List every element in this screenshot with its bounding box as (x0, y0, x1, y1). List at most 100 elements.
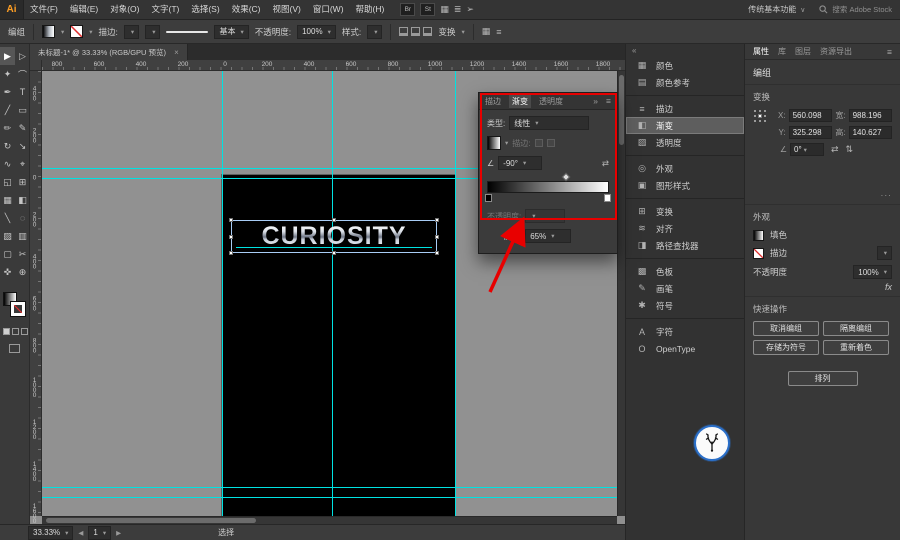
zoom-level-field[interactable]: 33.33% (28, 526, 73, 540)
stock-icon[interactable]: St (420, 3, 435, 16)
fx-button[interactable]: fx (885, 282, 892, 292)
tab-layers[interactable]: 图层 (795, 46, 811, 57)
bridge-icon[interactable]: Br (400, 3, 415, 16)
scrollbar-thumb[interactable] (619, 75, 624, 145)
opacity-field[interactable]: 100% (853, 265, 892, 279)
menu-select[interactable]: 选择(S) (185, 0, 225, 19)
chevron-down-icon[interactable]: ▾ (89, 28, 92, 36)
menu-type[interactable]: 文字(T) (145, 0, 185, 19)
shape-builder-tool[interactable]: ◱ (0, 173, 15, 191)
zoom-tool[interactable]: ⊕ (15, 263, 30, 281)
dock-item-color[interactable]: ▦颜色 (626, 57, 744, 74)
type-tool[interactable]: T (15, 83, 30, 101)
dock-item-color-guide[interactable]: ▤颜色参考 (626, 74, 744, 91)
height-field[interactable]: 140.627 (849, 126, 892, 139)
rotation-field[interactable]: 0° (790, 143, 824, 156)
isolate-group-button[interactable]: 隔离编组 (823, 321, 889, 336)
pencil-tool[interactable]: ✎ (15, 119, 30, 137)
align-icons[interactable] (399, 27, 432, 36)
rectangle-tool[interactable]: ▭ (15, 101, 30, 119)
direct-selection-tool[interactable]: ▷ (15, 47, 30, 65)
menu-window[interactable]: 窗口(W) (307, 0, 350, 19)
gradient-tool[interactable]: ◧ (15, 191, 30, 209)
width-tool[interactable]: ∿ (0, 155, 15, 173)
share-icon[interactable]: ➢ (466, 4, 474, 15)
variable-width-profile[interactable] (145, 25, 160, 39)
eyedropper-tool[interactable]: ╲ (0, 209, 15, 227)
menu-help[interactable]: 帮助(H) (350, 0, 391, 19)
selection-handle[interactable] (229, 235, 233, 239)
blend-tool[interactable]: ◌ (15, 209, 30, 227)
stroke-weight-field[interactable] (124, 25, 139, 39)
opacity-field[interactable]: 100% (297, 25, 336, 39)
selection-handle[interactable] (435, 218, 439, 222)
vertical-scrollbar[interactable] (617, 71, 625, 516)
dock-item-stroke[interactable]: ≡描边 (626, 100, 744, 117)
stroke-color-swatch[interactable] (70, 25, 83, 38)
symbol-sprayer-tool[interactable]: ▨ (0, 227, 15, 245)
stroke-swatch[interactable] (11, 302, 25, 316)
selection-handle[interactable] (229, 218, 233, 222)
dock-item-graphic-styles[interactable]: ▣图形样式 (626, 177, 744, 194)
artboard-nav-field[interactable]: 1 (88, 526, 111, 540)
style-field[interactable] (367, 25, 382, 39)
workspace-switcher[interactable]: 传统基本功能 ∨ (748, 4, 805, 15)
selected-text-object[interactable]: CURIOSITY (231, 220, 437, 253)
menu-object[interactable]: 对象(O) (104, 0, 145, 19)
tab-libraries[interactable]: 库 (778, 46, 786, 57)
dock-item-symbols[interactable]: ✱符号 (626, 297, 744, 314)
chevron-down-icon[interactable]: ▾ (61, 28, 64, 36)
stroke-swatch[interactable] (753, 248, 764, 259)
chevron-down-icon[interactable]: ▾ (461, 28, 464, 36)
save-as-symbol-button[interactable]: 存储为符号 (753, 340, 819, 355)
fill-color-swatch[interactable] (42, 25, 55, 38)
arrange-documents-icon[interactable]: ▦ (440, 4, 449, 15)
dock-item-gradient[interactable]: ◧渐变 (626, 117, 744, 134)
scale-tool[interactable]: ↘ (15, 137, 30, 155)
tab-asset-export[interactable]: 资源导出 (820, 46, 852, 57)
dock-item-transparency[interactable]: ▨透明度 (626, 134, 744, 151)
menu-edit[interactable]: 编辑(E) (64, 0, 104, 19)
dock-item-align[interactable]: ≋对齐 (626, 220, 744, 237)
collapse-panels-icon[interactable]: « (626, 46, 744, 57)
app-menu-icon[interactable]: ≣ (454, 4, 462, 15)
selection-tool[interactable]: ▶ (0, 47, 15, 65)
dock-item-appearance[interactable]: ◎外观 (626, 160, 744, 177)
dock-item-pathfinder[interactable]: ◨路径查找器 (626, 237, 744, 254)
selection-handle[interactable] (435, 235, 439, 239)
y-field[interactable]: 325.298 (789, 126, 832, 139)
x-field[interactable]: 560.098 (789, 109, 832, 122)
free-transform-tool[interactable]: ⌖ (15, 155, 30, 173)
panel-menu-icon[interactable]: ≡ (887, 47, 892, 57)
lasso-tool[interactable]: ⌒ (15, 65, 30, 83)
artboard-tool[interactable]: ▢ (0, 245, 15, 263)
paintbrush-tool[interactable]: ✏ (0, 119, 15, 137)
paint-mode-buttons[interactable] (3, 328, 28, 335)
screen-mode-icon[interactable] (9, 344, 20, 353)
hand-tool[interactable]: ✜ (0, 263, 15, 281)
panel-menu-icon[interactable]: ≡ (496, 27, 501, 37)
flip-horizontal-icon[interactable]: ⇄ (831, 144, 839, 155)
more-options-icon[interactable]: ··· (881, 190, 893, 200)
menu-file[interactable]: 文件(F) (24, 0, 64, 19)
dock-item-opentype[interactable]: OOpenType (626, 340, 744, 357)
magic-wand-tool[interactable]: ✦ (0, 65, 15, 83)
panel-grid-icon[interactable]: ▦ (482, 26, 491, 37)
ungroup-button[interactable]: 取消编组 (753, 321, 819, 336)
scrollbar-thumb[interactable] (46, 518, 256, 523)
document-tab[interactable]: 未标题-1* @ 33.33% (RGB/GPU 预览) × (30, 44, 188, 60)
tab-properties[interactable]: 属性 (753, 46, 769, 57)
prev-artboard-icon[interactable]: ◀ (78, 529, 83, 537)
vertical-ruler[interactable]: 400 200 0 200 400 600 800 1000 1200 1400… (30, 71, 42, 516)
selection-handle[interactable] (332, 218, 336, 222)
arrange-button[interactable]: 排列 (788, 371, 858, 386)
close-icon[interactable]: × (174, 48, 179, 57)
pen-tool[interactable]: ✒ (0, 83, 15, 101)
flip-vertical-icon[interactable]: ⇅ (846, 144, 854, 155)
horizontal-ruler[interactable]: 800 600 400 200 0 200 400 600 800 1000 1… (42, 60, 625, 71)
slice-tool[interactable]: ✂ (15, 245, 30, 263)
width-field[interactable]: 988.196 (849, 109, 892, 122)
dock-item-transform[interactable]: ⊞变换 (626, 203, 744, 220)
stroke-weight-field[interactable] (877, 246, 892, 260)
reference-point-locator[interactable] (753, 109, 767, 123)
